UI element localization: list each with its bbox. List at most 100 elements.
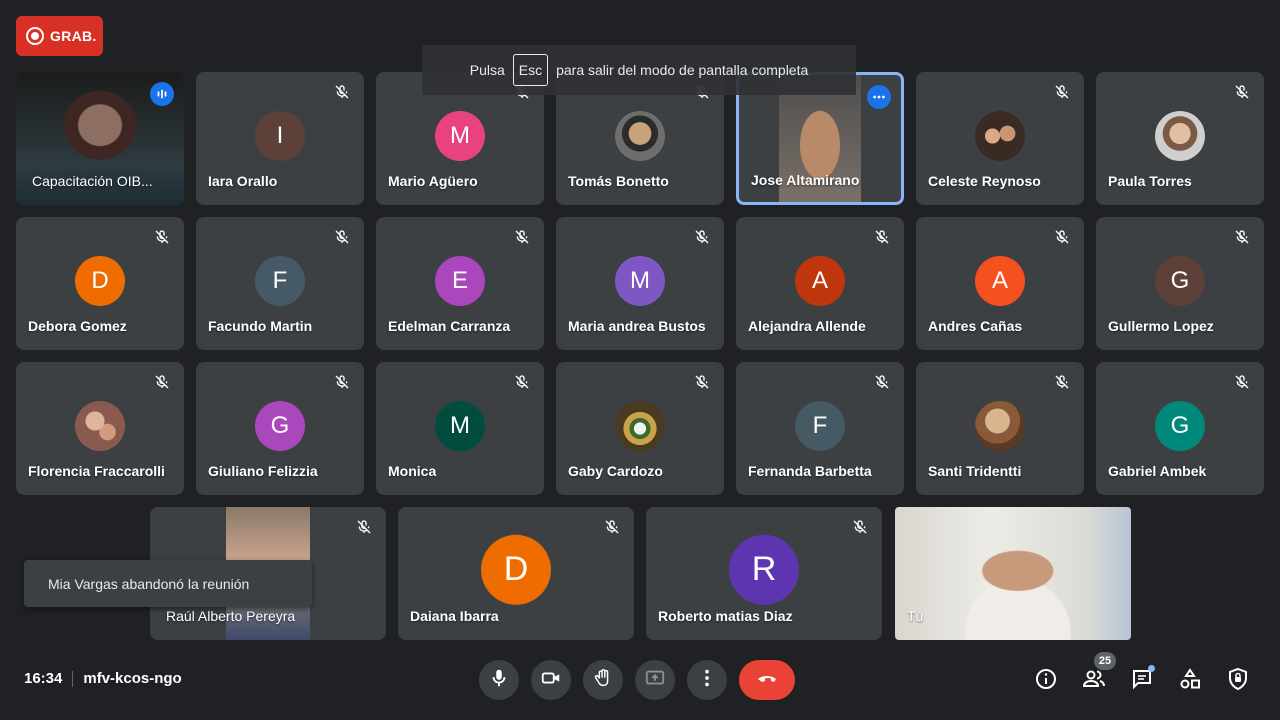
avatar: A — [975, 255, 1025, 306]
participant-tile[interactable]: A Alejandra Allende — [736, 217, 904, 350]
participant-tile[interactable]: Capacitación OIB... — [16, 72, 184, 205]
participant-tile[interactable]: M Maria andrea Bustos — [556, 217, 724, 350]
more-options-icon[interactable] — [867, 85, 891, 109]
host-controls-icon — [1226, 667, 1250, 696]
end-call-button[interactable] — [739, 660, 795, 700]
mic-off-icon — [694, 229, 710, 245]
avatar: M — [435, 110, 485, 161]
notification-toast: Mia Vargas abandonó la reunión — [24, 560, 312, 607]
participants-count-badge: 25 — [1094, 652, 1116, 670]
raise-hand-button[interactable] — [583, 660, 623, 700]
clock-time: 16:34 — [24, 670, 63, 687]
more-vert-icon — [696, 667, 718, 694]
profile-photo — [615, 400, 665, 451]
speaking-indicator-icon — [150, 82, 174, 106]
participant-name: Debora Gomez — [28, 318, 127, 334]
mic-off-icon — [1234, 229, 1250, 245]
more-options-button[interactable] — [687, 660, 727, 700]
participant-tile[interactable]: D Debora Gomez — [16, 217, 184, 350]
present-button[interactable] — [635, 660, 675, 700]
participant-name: Mario Agüero — [388, 173, 478, 189]
activities-button[interactable] — [1177, 667, 1203, 694]
participant-tile[interactable]: F Facundo Martin — [196, 217, 364, 350]
participant-tile[interactable]: Celeste Reynoso — [916, 72, 1084, 205]
participant-name: Gullermo Lopez — [1108, 318, 1214, 334]
participant-tile[interactable]: Florencia Fraccarolli — [16, 362, 184, 495]
mic-off-icon — [1234, 374, 1250, 390]
participant-tile[interactable]: F Fernanda Barbetta — [736, 362, 904, 495]
video-feed — [895, 507, 1131, 640]
fullscreen-hint-before: Pulsa — [469, 62, 505, 78]
mic-off-icon — [154, 374, 170, 390]
present-screen-icon — [644, 667, 666, 694]
avatar: R — [729, 534, 799, 605]
avatar: F — [255, 255, 305, 306]
meeting-info: 16:34 mfv-kcos-ngo — [24, 670, 182, 687]
fullscreen-hint-after: para salir del modo de pantalla completa — [556, 62, 809, 78]
participant-tile[interactable]: I Iara Orallo — [196, 72, 364, 205]
mic-off-icon — [1054, 229, 1070, 245]
avatar: F — [795, 400, 845, 451]
participant-tile[interactable]: R Roberto matias Diaz — [646, 507, 882, 640]
participant-name: Florencia Fraccarolli — [28, 463, 165, 479]
participant-name: Roberto matias Diaz — [658, 608, 793, 624]
info-icon — [1034, 667, 1058, 696]
mic-off-icon — [604, 519, 620, 535]
avatar-initial: M — [450, 411, 470, 439]
participant-tile[interactable]: M Monica — [376, 362, 544, 495]
recording-badge[interactable]: GRAB. — [16, 16, 103, 56]
avatar-initial: F — [272, 266, 288, 294]
avatar-initial: G — [1170, 266, 1190, 294]
host-controls-button[interactable] — [1225, 667, 1251, 696]
participant-name: Gabriel Ambek — [1108, 463, 1207, 479]
participant-tile[interactable]: G Gabriel Ambek — [1096, 362, 1264, 495]
participant-tile[interactable]: Paula Torres — [1096, 72, 1264, 205]
info-button[interactable] — [1033, 668, 1059, 694]
avatar-initial: M — [450, 121, 470, 149]
self-name: Tú — [907, 608, 924, 624]
participant-tile[interactable]: D Daiana Ibarra — [398, 507, 634, 640]
avatar-initial: A — [991, 266, 1008, 294]
record-icon — [26, 27, 44, 45]
avatar: I — [255, 110, 305, 161]
avatar-initial: D — [503, 549, 529, 588]
participant-tile[interactable]: A Andres Cañas — [916, 217, 1084, 350]
avatar: A — [795, 255, 845, 306]
participant-tile[interactable]: Gaby Cardozo — [556, 362, 724, 495]
participant-name: Fernanda Barbetta — [748, 463, 872, 479]
participant-name: Iara Orallo — [208, 173, 278, 189]
profile-photo — [1155, 110, 1205, 161]
avatar: G — [1155, 400, 1205, 451]
participant-tile[interactable]: G Gullermo Lopez — [1096, 217, 1264, 350]
participant-tile[interactable]: E Edelman Carranza — [376, 217, 544, 350]
mic-off-icon — [334, 84, 350, 100]
avatar-initial: E — [451, 266, 468, 294]
recording-label: GRAB. — [50, 28, 97, 44]
profile-photo — [975, 110, 1025, 161]
people-icon — [1082, 667, 1106, 696]
avatar: M — [615, 255, 665, 306]
participant-name: Santi Tridentti — [928, 463, 1022, 479]
mic-off-icon — [514, 229, 530, 245]
avatar: D — [481, 534, 551, 605]
avatar: D — [75, 255, 125, 306]
mic-button[interactable] — [479, 660, 519, 700]
participant-name: Maria andrea Bustos — [568, 318, 706, 334]
mic-off-icon — [1234, 84, 1250, 100]
participant-name: Gaby Cardozo — [568, 463, 663, 479]
mic-off-icon — [334, 229, 350, 245]
mic-off-icon — [356, 519, 372, 535]
mic-off-icon — [874, 374, 890, 390]
avatar: M — [435, 400, 485, 451]
divider — [72, 670, 74, 687]
profile-photo — [615, 110, 665, 161]
camera-button[interactable] — [531, 660, 571, 700]
avatar-initial: A — [811, 266, 828, 294]
mic-off-icon — [514, 374, 530, 390]
participant-name: Raúl Alberto Pereyra — [166, 608, 296, 624]
participant-tile[interactable]: G Giuliano Felizzia — [196, 362, 364, 495]
people-button[interactable] — [1081, 668, 1107, 694]
participant-tile[interactable]: Santi Tridentti — [916, 362, 1084, 495]
self-view-tile[interactable]: Tú — [895, 507, 1131, 640]
participant-name: Monica — [388, 463, 437, 479]
